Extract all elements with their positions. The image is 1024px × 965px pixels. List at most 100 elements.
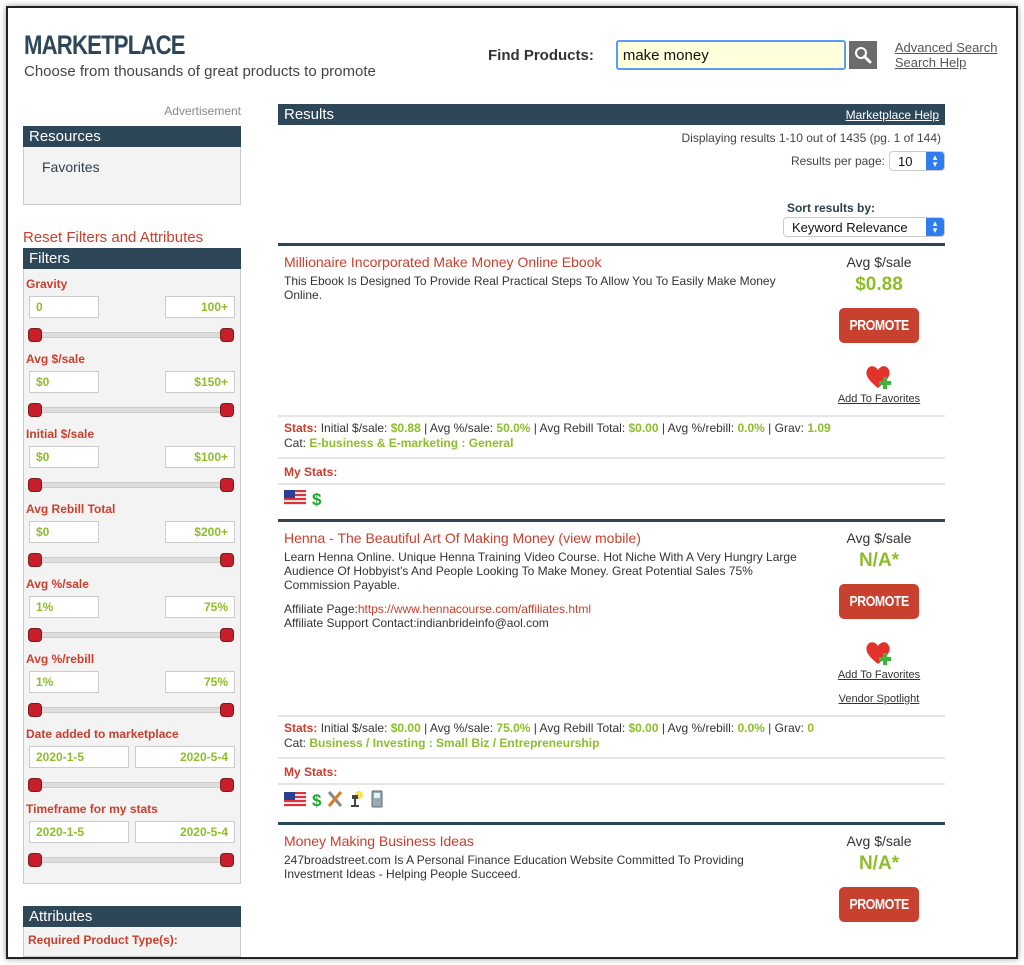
stat-category[interactable]: Business / Investing : Small Biz / Entre… [309, 736, 599, 750]
range-slider[interactable] [28, 628, 234, 642]
attributes-panel: Required Product Type(s): [23, 927, 241, 957]
filter-group: Gravity [26, 277, 236, 342]
filter-max-input[interactable] [165, 446, 235, 468]
per-page-select[interactable]: 10 ▴ ▾ [889, 151, 945, 171]
slider-min-handle[interactable] [28, 703, 42, 717]
stat-label: Avg Rebill Total: [539, 721, 626, 735]
marketplace-help-link[interactable]: Marketplace Help [846, 108, 939, 122]
filter-max-input[interactable] [165, 671, 235, 693]
slider-max-handle[interactable] [220, 403, 234, 417]
slider-max-handle[interactable] [220, 703, 234, 717]
slider-max-handle[interactable] [220, 328, 234, 342]
filter-min-input[interactable] [29, 296, 99, 318]
avg-sale-label: Avg $/sale [846, 833, 912, 849]
filter-min-input[interactable] [29, 746, 129, 768]
slider-max-handle[interactable] [220, 778, 234, 792]
slider-track [32, 332, 230, 338]
range-slider[interactable] [28, 478, 234, 492]
add-to-favorites[interactable]: Add To Favorites [838, 363, 920, 405]
filter-min-input[interactable] [29, 596, 99, 618]
search-input[interactable] [615, 40, 846, 70]
avg-sale-value: N/A* [858, 550, 900, 571]
slider-min-handle[interactable] [28, 403, 42, 417]
advanced-search-link[interactable]: Advanced Search [895, 40, 998, 55]
stat-gravity: 0 [807, 721, 815, 735]
slider-max-handle[interactable] [220, 478, 234, 492]
add-to-favorites-link[interactable]: Add To Favorites [838, 669, 920, 681]
stat-label: Avg %/rebill: [667, 721, 735, 735]
search-button[interactable] [848, 41, 877, 69]
promote-button[interactable]: PROMOTE [839, 584, 919, 619]
slider-min-handle[interactable] [28, 478, 42, 492]
product-title-link[interactable]: Money Making Business Ideas [284, 833, 474, 849]
slider-max-handle[interactable] [220, 553, 234, 567]
attributes-header: Attributes [23, 906, 241, 927]
product-title-link[interactable]: Henna - The Beautiful Art Of Making Mone… [284, 530, 641, 546]
filter-max-input[interactable] [165, 596, 235, 618]
page-subtitle: Choose from thousands of great products … [24, 63, 376, 80]
search-help-link[interactable]: Search Help [895, 55, 998, 70]
slider-track [32, 407, 230, 413]
slider-track [32, 557, 230, 563]
favorites-link[interactable]: Favorites [42, 159, 100, 175]
product-listing: Money Making Business Ideas 247broadstre… [278, 822, 945, 922]
filter-min-input[interactable] [29, 821, 129, 843]
avg-sale-value: N/A* [858, 853, 900, 874]
promote-label: PROMOTE [849, 593, 909, 610]
slider-min-handle[interactable] [28, 553, 42, 567]
promote-label: PROMOTE [849, 317, 909, 334]
filter-label: Initial $/sale [26, 427, 95, 441]
stat-label: Cat: [284, 736, 307, 750]
filter-group: Timeframe for my stats [26, 802, 236, 867]
add-to-favorites-link[interactable]: Add To Favorites [838, 393, 920, 405]
slider-min-handle[interactable] [28, 778, 42, 792]
filter-max-input[interactable] [135, 746, 235, 768]
slider-max-handle[interactable] [220, 628, 234, 642]
filter-max-input[interactable] [165, 296, 235, 318]
filter-min-input[interactable] [29, 521, 99, 543]
range-slider[interactable] [28, 403, 234, 417]
filter-max-input[interactable] [135, 821, 235, 843]
affiliate-info: Affiliate Page:https://www.hennacourse.c… [284, 602, 799, 630]
brand: MARKETPLACE Choose from thousands of gre… [24, 30, 376, 80]
range-slider[interactable] [28, 553, 234, 567]
slider-min-handle[interactable] [28, 628, 42, 642]
filter-min-input[interactable] [29, 371, 99, 393]
promote-button[interactable]: PROMOTE [839, 887, 919, 922]
product-title-link[interactable]: Millionaire Incorporated Make Money Onli… [284, 254, 602, 270]
sort-select[interactable]: Keyword Relevance ▴ ▾ [783, 217, 945, 237]
avg-sale-value: $0.88 [855, 274, 903, 295]
slider-min-handle[interactable] [28, 328, 42, 342]
resources-header: Resources [23, 126, 241, 147]
filter-max-input[interactable] [165, 521, 235, 543]
range-slider[interactable] [28, 703, 234, 717]
reset-filters-link[interactable]: Reset Filters and Attributes [23, 229, 241, 246]
results-count: Displaying results 1-10 out of 1435 (pg.… [681, 131, 942, 145]
filter-label: Avg %/sale [26, 577, 89, 591]
sort-control: Sort results by: Keyword Relevance ▴ ▾ [278, 201, 945, 237]
product-description: This Ebook Is Designed To Provide Real P… [284, 274, 776, 302]
filter-max-input[interactable] [165, 371, 235, 393]
page-title: MARKETPLACE [24, 30, 186, 60]
filters-header: Filters [23, 248, 241, 269]
stat-avg-pct-sale: 50.0% [496, 421, 531, 435]
stat-category[interactable]: E-business & E-marketing : General [309, 436, 513, 450]
filter-label: Gravity [26, 277, 68, 291]
filter-min-input[interactable] [29, 671, 99, 693]
affiliate-page-label: Affiliate Page: [284, 602, 358, 616]
promote-label: PROMOTE [849, 896, 909, 913]
stat-label: Initial $/sale: [320, 721, 388, 735]
vendor-spotlight-link[interactable]: Vendor Spotlight [839, 693, 920, 705]
slider-max-handle[interactable] [220, 853, 234, 867]
range-slider[interactable] [28, 853, 234, 867]
range-slider[interactable] [28, 778, 234, 792]
promote-button[interactable]: PROMOTE [839, 308, 919, 343]
range-slider[interactable] [28, 328, 234, 342]
affiliate-page-link[interactable]: https://www.hennacourse.com/affiliates.h… [358, 602, 591, 616]
affiliate-contact-label: Affiliate Support Contact: [284, 616, 417, 630]
us-flag-icon [284, 791, 306, 812]
stat-avg-pct-rebill: 0.0% [737, 721, 765, 735]
filter-min-input[interactable] [29, 446, 99, 468]
add-to-favorites[interactable]: Add To Favorites [838, 639, 920, 681]
slider-min-handle[interactable] [28, 853, 42, 867]
